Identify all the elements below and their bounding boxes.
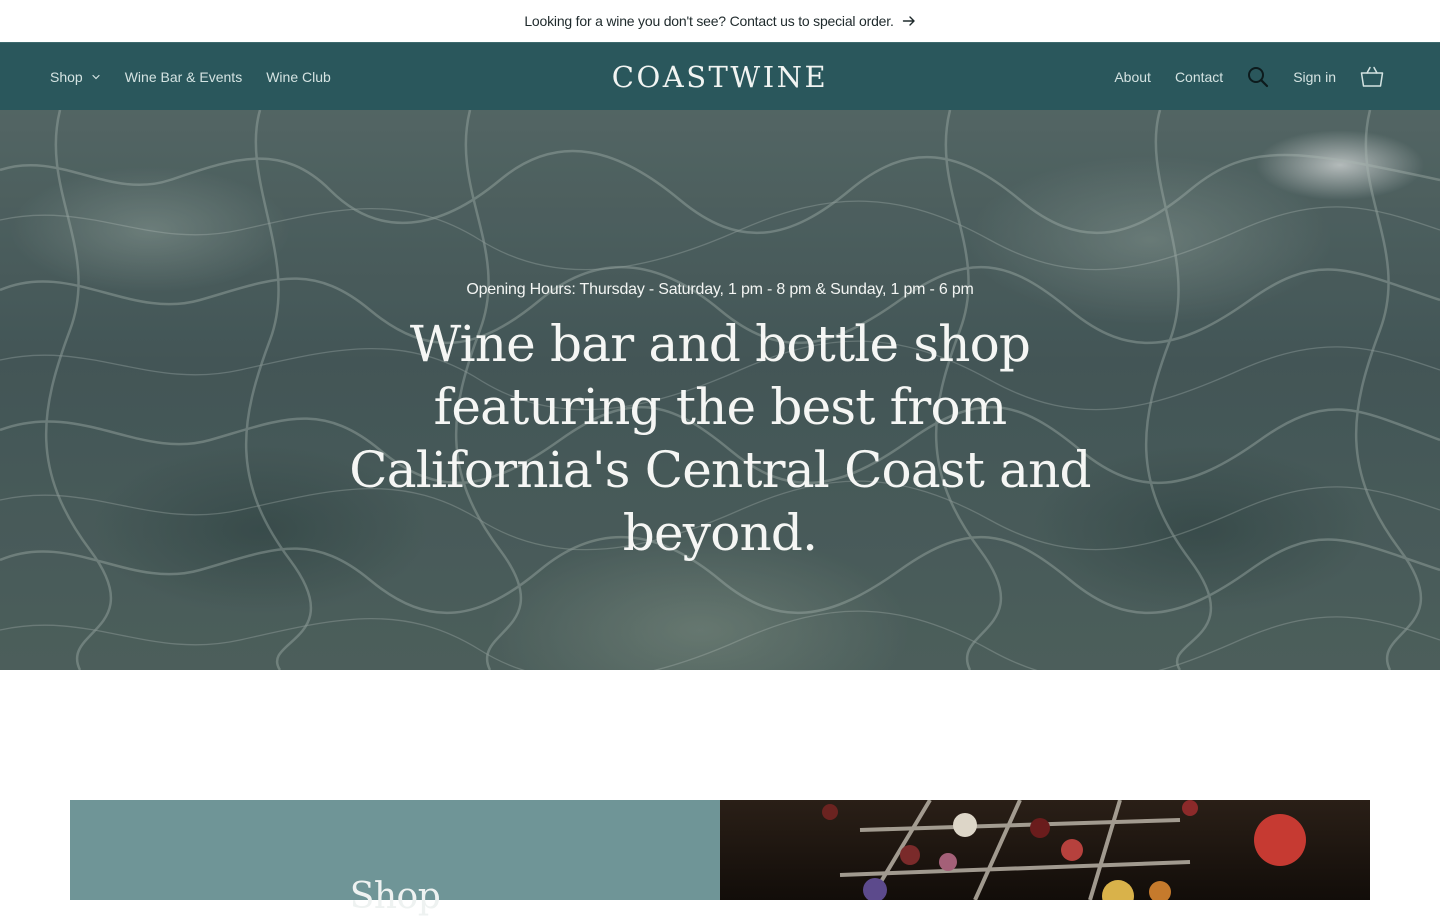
site-logo[interactable]: COASTWINE [612, 60, 828, 94]
site-header: Shop Wine Bar & Events Wine Club COASTWI… [0, 42, 1440, 110]
primary-nav: Shop Wine Bar & Events Wine Club [50, 43, 331, 111]
hero-banner: Opening Hours: Thursday - Saturday, 1 pm… [0, 110, 1440, 670]
secondary-nav: About Contact Sign in [1114, 43, 1384, 111]
nav-wine-club-label: Wine Club [266, 69, 331, 85]
nav-about[interactable]: About [1114, 69, 1151, 85]
announcement-bar: Looking for a wine you don't see? Contac… [0, 0, 1440, 42]
cart-icon[interactable] [1360, 65, 1384, 89]
feature-section: Shop [70, 800, 1370, 917]
search-icon[interactable] [1247, 66, 1269, 88]
shop-panel[interactable]: Shop [70, 800, 720, 917]
nav-wine-bar-events[interactable]: Wine Bar & Events [125, 69, 243, 85]
opening-hours: Opening Hours: Thursday - Saturday, 1 pm… [466, 281, 974, 298]
announcement-link[interactable]: Looking for a wine you don't see? Contac… [524, 13, 915, 29]
nav-wine-bar-events-label: Wine Bar & Events [124, 69, 243, 85]
nav-shop-label: Shop [50, 69, 83, 85]
shop-panel-title: Shop [349, 876, 441, 917]
nav-contact[interactable]: Contact [1175, 69, 1223, 85]
chevron-down-icon [92, 74, 100, 80]
nav-wine-club[interactable]: Wine Club [266, 69, 331, 85]
nav-sign-in[interactable]: Sign in [1293, 69, 1336, 85]
announcement-text: Looking for a wine you don't see? Contac… [524, 13, 894, 29]
hero-headline: Wine bar and bottle shop featuring the b… [349, 315, 1091, 562]
hero-content: Opening Hours: Thursday - Saturday, 1 pm… [0, 110, 1440, 670]
wine-rack-image [720, 800, 1370, 900]
arrow-right-icon [902, 16, 915, 26]
nav-shop[interactable]: Shop [50, 69, 101, 85]
